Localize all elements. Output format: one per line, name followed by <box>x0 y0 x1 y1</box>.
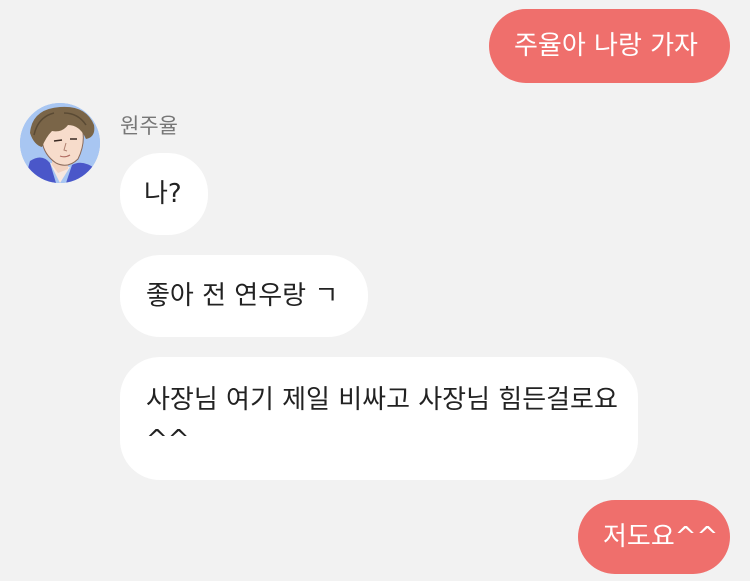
sender-name: 원주율 <box>120 114 178 138</box>
message-text: 좋아 전 연우랑 ㄱ <box>146 281 339 311</box>
incoming-message-bubble[interactable]: 좋아 전 연우랑 ㄱ <box>120 255 368 337</box>
message-text: 주율아 나랑 가자 <box>514 31 698 61</box>
message-text: 저도요^^ <box>603 522 719 552</box>
incoming-message-bubble[interactable]: 나? <box>120 153 208 235</box>
contact-avatar[interactable] <box>20 103 100 183</box>
incoming-message-bubble[interactable]: 사장님 여기 제일 비싸고 사장님 힘든걸로요^^ <box>120 357 638 480</box>
outgoing-message-bubble[interactable]: 저도요^^ <box>578 500 730 574</box>
message-text: 나? <box>144 179 182 209</box>
avatar-illustration-icon <box>20 103 100 183</box>
message-text: 사장님 여기 제일 비싸고 사장님 힘든걸로요^^ <box>146 385 618 455</box>
outgoing-message-bubble[interactable]: 주율아 나랑 가자 <box>489 9 730 83</box>
